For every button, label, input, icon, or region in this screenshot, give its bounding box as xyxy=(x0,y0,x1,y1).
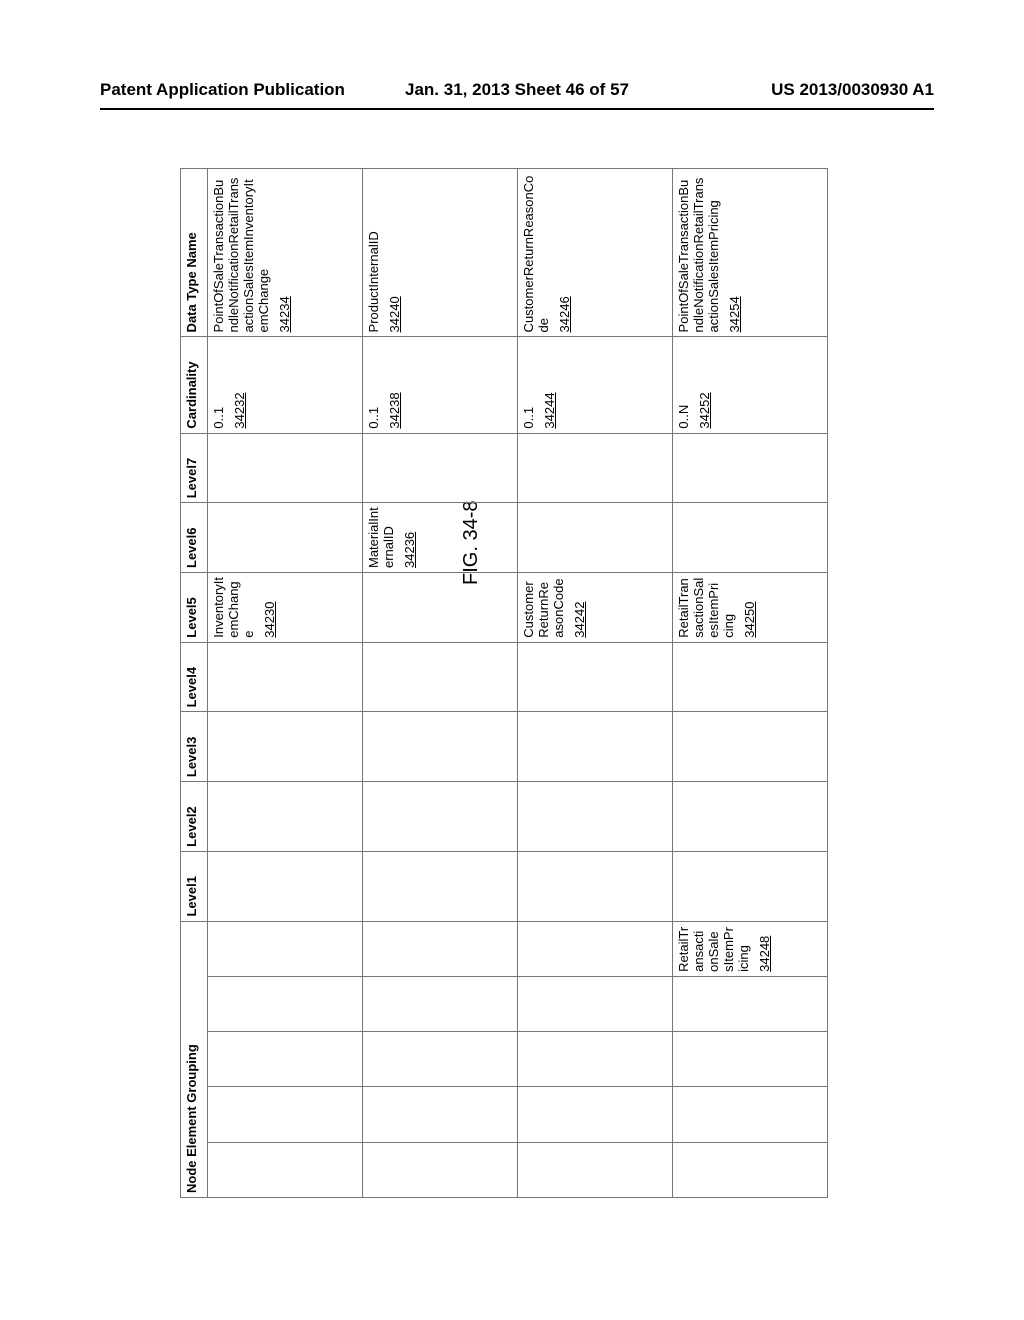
col-node-element-grouping: Node Element Grouping xyxy=(181,921,208,1197)
lvl1-cell xyxy=(673,851,828,921)
cardinality-cell: 0..134238 xyxy=(363,337,518,433)
table-row: CustomerReturnReasonCode34242 0..134244Cu… xyxy=(518,169,673,1198)
lvl2-cell xyxy=(673,782,828,852)
data-type-name-cell: PointOfSaleTransactionBundleNotification… xyxy=(208,169,363,337)
lvl4-cell xyxy=(673,642,828,712)
table-row: RetailTransactionSalesItemPricing34248 Re… xyxy=(673,169,828,1198)
lvl1-cell xyxy=(208,851,363,921)
lvl5-cell: CustomerReturnReasonCode34242 xyxy=(518,573,673,643)
lvl4-cell xyxy=(208,642,363,712)
neg-cell xyxy=(673,976,828,1031)
lvl5-cell: InventoryItemChange34230 xyxy=(208,573,363,643)
col-level5: Level5 xyxy=(181,573,208,643)
lvl7-cell xyxy=(673,433,828,503)
neg-cell xyxy=(673,1087,828,1142)
lvl1-cell xyxy=(518,851,673,921)
lvl2-cell xyxy=(363,782,518,852)
lvl1-cell xyxy=(363,851,518,921)
col-cardinality: Cardinality xyxy=(181,337,208,433)
lvl2-cell xyxy=(518,782,673,852)
lvl3-cell xyxy=(363,712,518,782)
lvl5-cell: RetailTransactionSalesItemPricing34250 xyxy=(673,573,828,643)
neg-cell xyxy=(208,921,363,976)
col-level3: Level3 xyxy=(181,712,208,782)
neg-cell xyxy=(518,1032,673,1087)
neg-cell xyxy=(363,1087,518,1142)
neg-cell xyxy=(363,1032,518,1087)
neg-cell xyxy=(518,976,673,1031)
cardinality-cell: 0..134232 xyxy=(208,337,363,433)
neg-cell xyxy=(673,1032,828,1087)
col-level1: Level1 xyxy=(181,851,208,921)
col-data-type-name: Data Type Name xyxy=(181,169,208,337)
neg-cell xyxy=(208,976,363,1031)
neg-cell xyxy=(673,1142,828,1197)
lvl6-cell xyxy=(208,503,363,573)
cardinality-cell: 0..N34252 xyxy=(673,337,828,433)
table-row: MaterialInternalID34236 0..134238ProductI… xyxy=(363,169,518,1198)
lvl3-cell xyxy=(208,712,363,782)
lvl5-cell xyxy=(363,573,518,643)
lvl7-cell xyxy=(363,433,518,503)
table-row: InventoryItemChange34230 0..134232PointOf… xyxy=(208,169,363,1198)
col-level4: Level4 xyxy=(181,642,208,712)
neg-cell xyxy=(208,1087,363,1142)
data-type-name-cell: ProductInternalID34240 xyxy=(363,169,518,337)
neg-cell xyxy=(518,921,673,976)
header-rule xyxy=(100,108,934,110)
lvl4-cell xyxy=(363,642,518,712)
neg-cell xyxy=(363,1142,518,1197)
header-center: Jan. 31, 2013 Sheet 46 of 57 xyxy=(100,80,934,100)
col-level6: Level6 xyxy=(181,503,208,573)
data-type-name-cell: PointOfSaleTransactionBundleNotification… xyxy=(673,169,828,337)
lvl7-cell xyxy=(208,433,363,503)
lvl6-cell xyxy=(518,503,673,573)
lvl6-cell xyxy=(673,503,828,573)
neg-cell: RetailTransactionSalesItemPricing34248 xyxy=(673,921,828,976)
neg-cell xyxy=(363,921,518,976)
col-level2: Level2 xyxy=(181,782,208,852)
neg-cell xyxy=(363,976,518,1031)
schema-table: Node Element Grouping Level1 Level2 Leve… xyxy=(180,168,828,1198)
neg-cell xyxy=(208,1032,363,1087)
col-level7: Level7 xyxy=(181,433,208,503)
cardinality-cell: 0..134244 xyxy=(518,337,673,433)
lvl7-cell xyxy=(518,433,673,503)
neg-cell xyxy=(208,1142,363,1197)
lvl6-cell: MaterialInternalID34236 xyxy=(363,503,518,573)
schema-table-wrap: Node Element Grouping Level1 Level2 Leve… xyxy=(180,508,1024,1198)
neg-cell xyxy=(518,1142,673,1197)
lvl2-cell xyxy=(208,782,363,852)
lvl4-cell xyxy=(518,642,673,712)
neg-cell xyxy=(518,1087,673,1142)
lvl3-cell xyxy=(673,712,828,782)
lvl3-cell xyxy=(518,712,673,782)
data-type-name-cell: CustomerReturnReasonCode34246 xyxy=(518,169,673,337)
